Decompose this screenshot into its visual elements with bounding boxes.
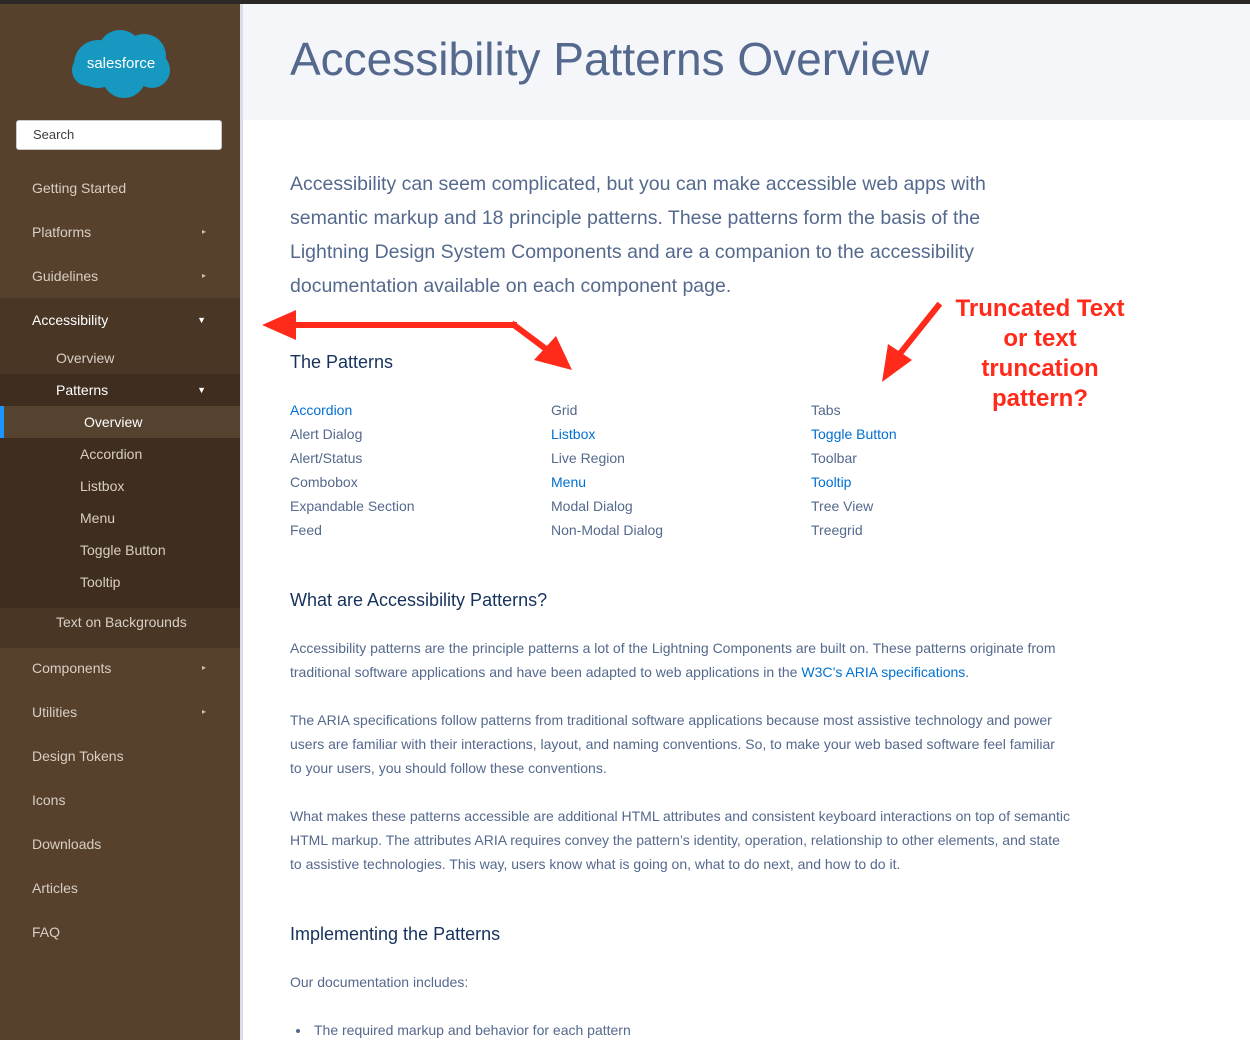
nav-icons[interactable]: Icons (0, 778, 240, 822)
pattern-link-tooltip[interactable]: Tooltip (811, 470, 1051, 494)
nav-articles[interactable]: Articles (0, 866, 240, 910)
patterns-heading: The Patterns (290, 352, 394, 372)
implementing-heading: Implementing the Patterns (290, 924, 501, 944)
search-input[interactable]: Search (16, 120, 222, 150)
nav-label: Overview (84, 414, 143, 430)
annotation-line: Truncated Text (955, 295, 1125, 322)
chevron-right-icon: ▸ (201, 227, 206, 236)
salesforce-logo[interactable]: salesforce (68, 26, 174, 100)
pattern-item: Live Region (551, 450, 625, 466)
pattern-link-menu[interactable]: Menu (551, 470, 791, 494)
chevron-right-icon: ▸ (201, 707, 206, 716)
nav-listbox[interactable]: Listbox (0, 470, 240, 502)
nav-tooltip[interactable]: Tooltip (0, 566, 240, 598)
page-title: Accessibility Patterns Overview (290, 33, 930, 85)
implementing-paragraph: Our documentation includes: (290, 974, 469, 990)
what-paragraph-3: What makes these patterns accessible are… (290, 808, 1071, 872)
pattern-item: Combobox (290, 474, 358, 490)
pattern-item: Tree View (811, 498, 874, 514)
nav-platforms[interactable]: Platforms ▸ (0, 210, 240, 254)
pattern-item: Expandable Section (290, 498, 415, 514)
list-item-text: The required markup and behavior for eac… (314, 1022, 631, 1038)
nav-accessibility[interactable]: Accessibility ▼ (0, 298, 240, 342)
logo-text: salesforce (87, 55, 155, 72)
nav-patterns[interactable]: Patterns ▼ (0, 374, 240, 406)
pattern-link-toggle-button[interactable]: Toggle Button (811, 422, 1051, 446)
chevron-right-icon: ▸ (201, 271, 206, 280)
pattern-item: Non-Modal Dialog (551, 522, 664, 538)
chevron-down-icon: ▼ (197, 385, 206, 395)
pattern-link-listbox[interactable]: Listbox (551, 422, 791, 446)
nav-label: Components (32, 660, 112, 676)
nav-getting-started[interactable]: Getting Started (0, 166, 240, 210)
chevron-right-icon: ▸ (201, 663, 206, 672)
annotation-text: Truncated Text or text truncation patter… (935, 294, 1145, 414)
pattern-item: Toolbar (811, 450, 857, 466)
arrowhead-down-right-icon (534, 336, 572, 370)
nav-menu[interactable]: Menu (0, 502, 240, 534)
nav-utilities[interactable]: Utilities ▸ (0, 690, 240, 734)
nav-accessibility-overview[interactable]: Overview (0, 342, 240, 374)
annotation-line: truncation (981, 355, 1099, 382)
nav-text-on-backgrounds[interactable]: Text on Backgrounds (0, 606, 240, 638)
selection-indicator (0, 406, 4, 438)
patterns-column-1: Accordion Alert Dialog Alert/Status Comb… (290, 398, 530, 542)
what-heading: What are Accessibility Patterns? (290, 590, 548, 610)
nav-accordion[interactable]: Accordion (0, 438, 240, 470)
nav-downloads[interactable]: Downloads (0, 822, 240, 866)
bullet-icon (296, 1029, 300, 1034)
patterns-column-2: Grid Listbox Live Region Menu Modal Dial… (551, 398, 791, 542)
pattern-item: Grid (551, 402, 578, 418)
arrowhead-down-left-icon (882, 344, 912, 382)
nav-label: Guidelines (32, 268, 99, 284)
paragraph-text: . (965, 664, 970, 680)
nav-label: Accessibility (32, 312, 109, 328)
nav-label: Getting Started (32, 180, 127, 196)
pattern-item: Alert Dialog (290, 426, 363, 442)
chevron-down-icon: ▼ (197, 315, 206, 325)
annotation-line: or text (1003, 325, 1077, 352)
pattern-item: Modal Dialog (551, 498, 633, 514)
list-item: The required markup and behavior for eac… (296, 1018, 631, 1042)
nav-guidelines[interactable]: Guidelines ▸ (0, 254, 240, 298)
nav-components[interactable]: Components ▸ (0, 646, 240, 690)
annotation-arrow-down-shaft (509, 320, 555, 357)
patterns-column-3: Tabs Toggle Button Toolbar Tooltip Tree … (811, 398, 1051, 542)
annotation-arrow-diagonal-shaft (893, 301, 943, 361)
pattern-item: Feed (290, 522, 322, 538)
pattern-link-accordion[interactable]: Accordion (290, 398, 530, 422)
intro-text: Accessibility can seem complicated, but … (290, 173, 986, 297)
w3c-aria-link[interactable]: W3C’s ARIA specifications (801, 664, 965, 680)
sidebar: salesforce Search Getting Started Platfo… (0, 4, 240, 1040)
nav-design-tokens[interactable]: Design Tokens (0, 734, 240, 778)
nav-label: Utilities (32, 704, 78, 720)
pattern-item: Treegrid (811, 522, 863, 538)
annotation-line: pattern? (992, 385, 1088, 412)
sidebar-divider (240, 4, 243, 1040)
arrowhead-left-icon (262, 310, 296, 340)
nav-patterns-overview[interactable]: Overview (0, 406, 240, 438)
what-paragraph-2: The ARIA specifications follow patterns … (290, 712, 1055, 776)
nav-faq[interactable]: FAQ (0, 910, 240, 954)
what-paragraph-1: Accessibility patterns are the principle… (290, 636, 1070, 684)
nav-label: Patterns (56, 382, 109, 398)
nav-label: Platforms (32, 224, 92, 240)
pattern-item: Alert/Status (290, 450, 363, 466)
nav-toggle-button[interactable]: Toggle Button (0, 534, 240, 566)
